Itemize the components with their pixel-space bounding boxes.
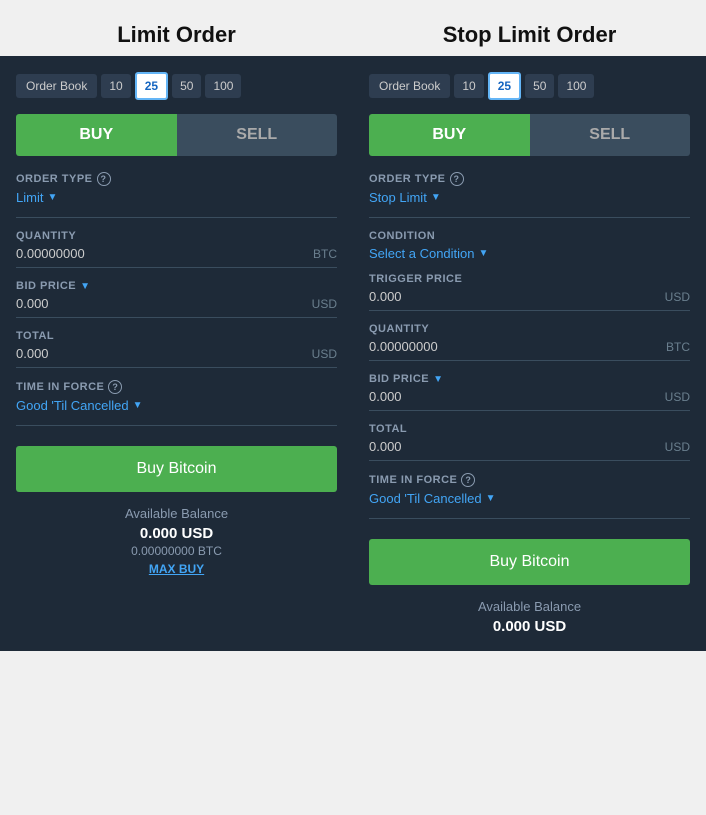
total-section: TOTAL 0.000 USD [16, 330, 337, 368]
balance-usd: 0.000 USD [16, 525, 337, 542]
sl-buy-sell-row: BUY SELL [369, 114, 690, 156]
stop-limit-order-panel: Order Book 10 25 50 100 BUY SELL ORDER T… [353, 56, 706, 651]
stop-limit-order-title: Stop Limit Order [353, 10, 706, 56]
order-type-label: ORDER TYPE ? [16, 172, 337, 186]
sl-time-in-force-dropdown[interactable]: Good 'Til Cancelled ▼ [369, 491, 690, 506]
sl-bid-price-unit: USD [665, 390, 690, 404]
sl-ob-100[interactable]: 100 [558, 74, 594, 98]
sl-order-type-arrow: ▼ [431, 192, 441, 203]
sl-trigger-price-section: TRIGGER PRICE 0.000 USD [369, 273, 690, 311]
sl-balance-section: Available Balance 0.000 USD [369, 599, 690, 635]
sl-balance-label: Available Balance [369, 599, 690, 614]
quantity-value: 0.00000000 [16, 246, 85, 261]
buy-sell-row: BUY SELL [16, 114, 337, 156]
sl-tif-help-icon[interactable]: ? [461, 473, 475, 487]
sell-button[interactable]: SELL [177, 114, 338, 156]
sl-order-book-row: Order Book 10 25 50 100 [369, 72, 690, 100]
sl-total-value: 0.000 [369, 439, 402, 454]
sl-total-value-row: 0.000 USD [369, 439, 690, 461]
sl-quantity-value: 0.00000000 [369, 339, 438, 354]
sl-time-in-force-section: TIME IN FORCE ? Good 'Til Cancelled ▼ [369, 473, 690, 506]
sl-trigger-price-value: 0.000 [369, 289, 402, 304]
buy-button[interactable]: BUY [16, 114, 177, 156]
sl-order-type-dropdown[interactable]: Stop Limit ▼ [369, 190, 690, 205]
sl-condition-section: CONDITION Select a Condition ▼ [369, 230, 690, 261]
sl-order-type-section: ORDER TYPE ? Stop Limit ▼ [369, 172, 690, 205]
sl-bid-price-value: 0.000 [369, 389, 402, 404]
ob-25-active[interactable]: 25 [135, 72, 168, 100]
sl-time-in-force-label: TIME IN FORCE ? [369, 473, 690, 487]
sl-quantity-section: QUANTITY 0.00000000 BTC [369, 323, 690, 361]
limit-order-title: Limit Order [0, 10, 353, 56]
quantity-label: QUANTITY [16, 230, 337, 242]
sl-tif-arrow: ▼ [486, 493, 496, 504]
sl-condition-dropdown[interactable]: Select a Condition ▼ [369, 246, 690, 261]
limit-order-panel: Order Book 10 25 50 100 BUY SELL ORDER T… [0, 56, 353, 651]
balance-section: Available Balance 0.000 USD 0.00000000 B… [16, 506, 337, 576]
quantity-value-row: 0.00000000 BTC [16, 246, 337, 268]
total-value: 0.000 [16, 346, 49, 361]
time-in-force-label: TIME IN FORCE ? [16, 380, 337, 394]
bid-price-section: BID PRICE ▼ 0.000 USD [16, 280, 337, 318]
sl-sell-button[interactable]: SELL [530, 114, 691, 156]
sl-quantity-unit: BTC [666, 340, 690, 354]
sl-bid-price-value-row: 0.000 USD [369, 389, 690, 411]
max-buy-link[interactable]: MAX BUY [16, 562, 337, 576]
order-book-label: Order Book [16, 74, 97, 98]
sl-total-unit: USD [665, 440, 690, 454]
panels-wrapper: Order Book 10 25 50 100 BUY SELL ORDER T… [0, 56, 706, 651]
ob-10[interactable]: 10 [101, 74, 130, 98]
sl-buy-bitcoin-button[interactable]: Buy Bitcoin [369, 539, 690, 585]
quantity-section: QUANTITY 0.00000000 BTC [16, 230, 337, 268]
sl-order-type-help-icon[interactable]: ? [450, 172, 464, 186]
bid-price-value: 0.000 [16, 296, 49, 311]
sl-condition-arrow: ▼ [479, 248, 489, 259]
quantity-unit: BTC [313, 247, 337, 261]
order-book-row: Order Book 10 25 50 100 [16, 72, 337, 100]
sl-total-label: TOTAL [369, 423, 690, 435]
ob-100[interactable]: 100 [205, 74, 241, 98]
sl-buy-button[interactable]: BUY [369, 114, 530, 156]
buy-bitcoin-button[interactable]: Buy Bitcoin [16, 446, 337, 492]
order-type-help-icon[interactable]: ? [97, 172, 111, 186]
bid-price-unit: USD [312, 297, 337, 311]
bid-price-value-row: 0.000 USD [16, 296, 337, 318]
bid-price-label: BID PRICE ▼ [16, 280, 337, 292]
tif-arrow: ▼ [133, 400, 143, 411]
sl-ob-25-active[interactable]: 25 [488, 72, 521, 100]
time-in-force-dropdown[interactable]: Good 'Til Cancelled ▼ [16, 398, 337, 413]
bid-price-arrow[interactable]: ▼ [80, 281, 90, 292]
order-type-section: ORDER TYPE ? Limit ▼ [16, 172, 337, 205]
sl-order-book-label: Order Book [369, 74, 450, 98]
ob-50[interactable]: 50 [172, 74, 201, 98]
sl-trigger-price-unit: USD [665, 290, 690, 304]
sl-balance-usd: 0.000 USD [369, 618, 690, 635]
balance-label: Available Balance [16, 506, 337, 521]
total-label: TOTAL [16, 330, 337, 342]
sl-bid-price-label: BID PRICE ▼ [369, 373, 690, 385]
total-value-row: 0.000 USD [16, 346, 337, 368]
sl-bid-price-arrow[interactable]: ▼ [433, 374, 443, 385]
sl-ob-50[interactable]: 50 [525, 74, 554, 98]
order-type-arrow: ▼ [47, 192, 57, 203]
total-unit: USD [312, 347, 337, 361]
sl-order-type-label: ORDER TYPE ? [369, 172, 690, 186]
sl-condition-label: CONDITION [369, 230, 690, 242]
sl-quantity-label: QUANTITY [369, 323, 690, 335]
order-type-dropdown[interactable]: Limit ▼ [16, 190, 337, 205]
tif-help-icon[interactable]: ? [108, 380, 122, 394]
sl-quantity-value-row: 0.00000000 BTC [369, 339, 690, 361]
time-in-force-section: TIME IN FORCE ? Good 'Til Cancelled ▼ [16, 380, 337, 413]
sl-bid-price-section: BID PRICE ▼ 0.000 USD [369, 373, 690, 411]
balance-btc: 0.00000000 BTC [16, 544, 337, 558]
sl-trigger-price-value-row: 0.000 USD [369, 289, 690, 311]
sl-total-section: TOTAL 0.000 USD [369, 423, 690, 461]
sl-trigger-price-label: TRIGGER PRICE [369, 273, 690, 285]
sl-ob-10[interactable]: 10 [454, 74, 483, 98]
